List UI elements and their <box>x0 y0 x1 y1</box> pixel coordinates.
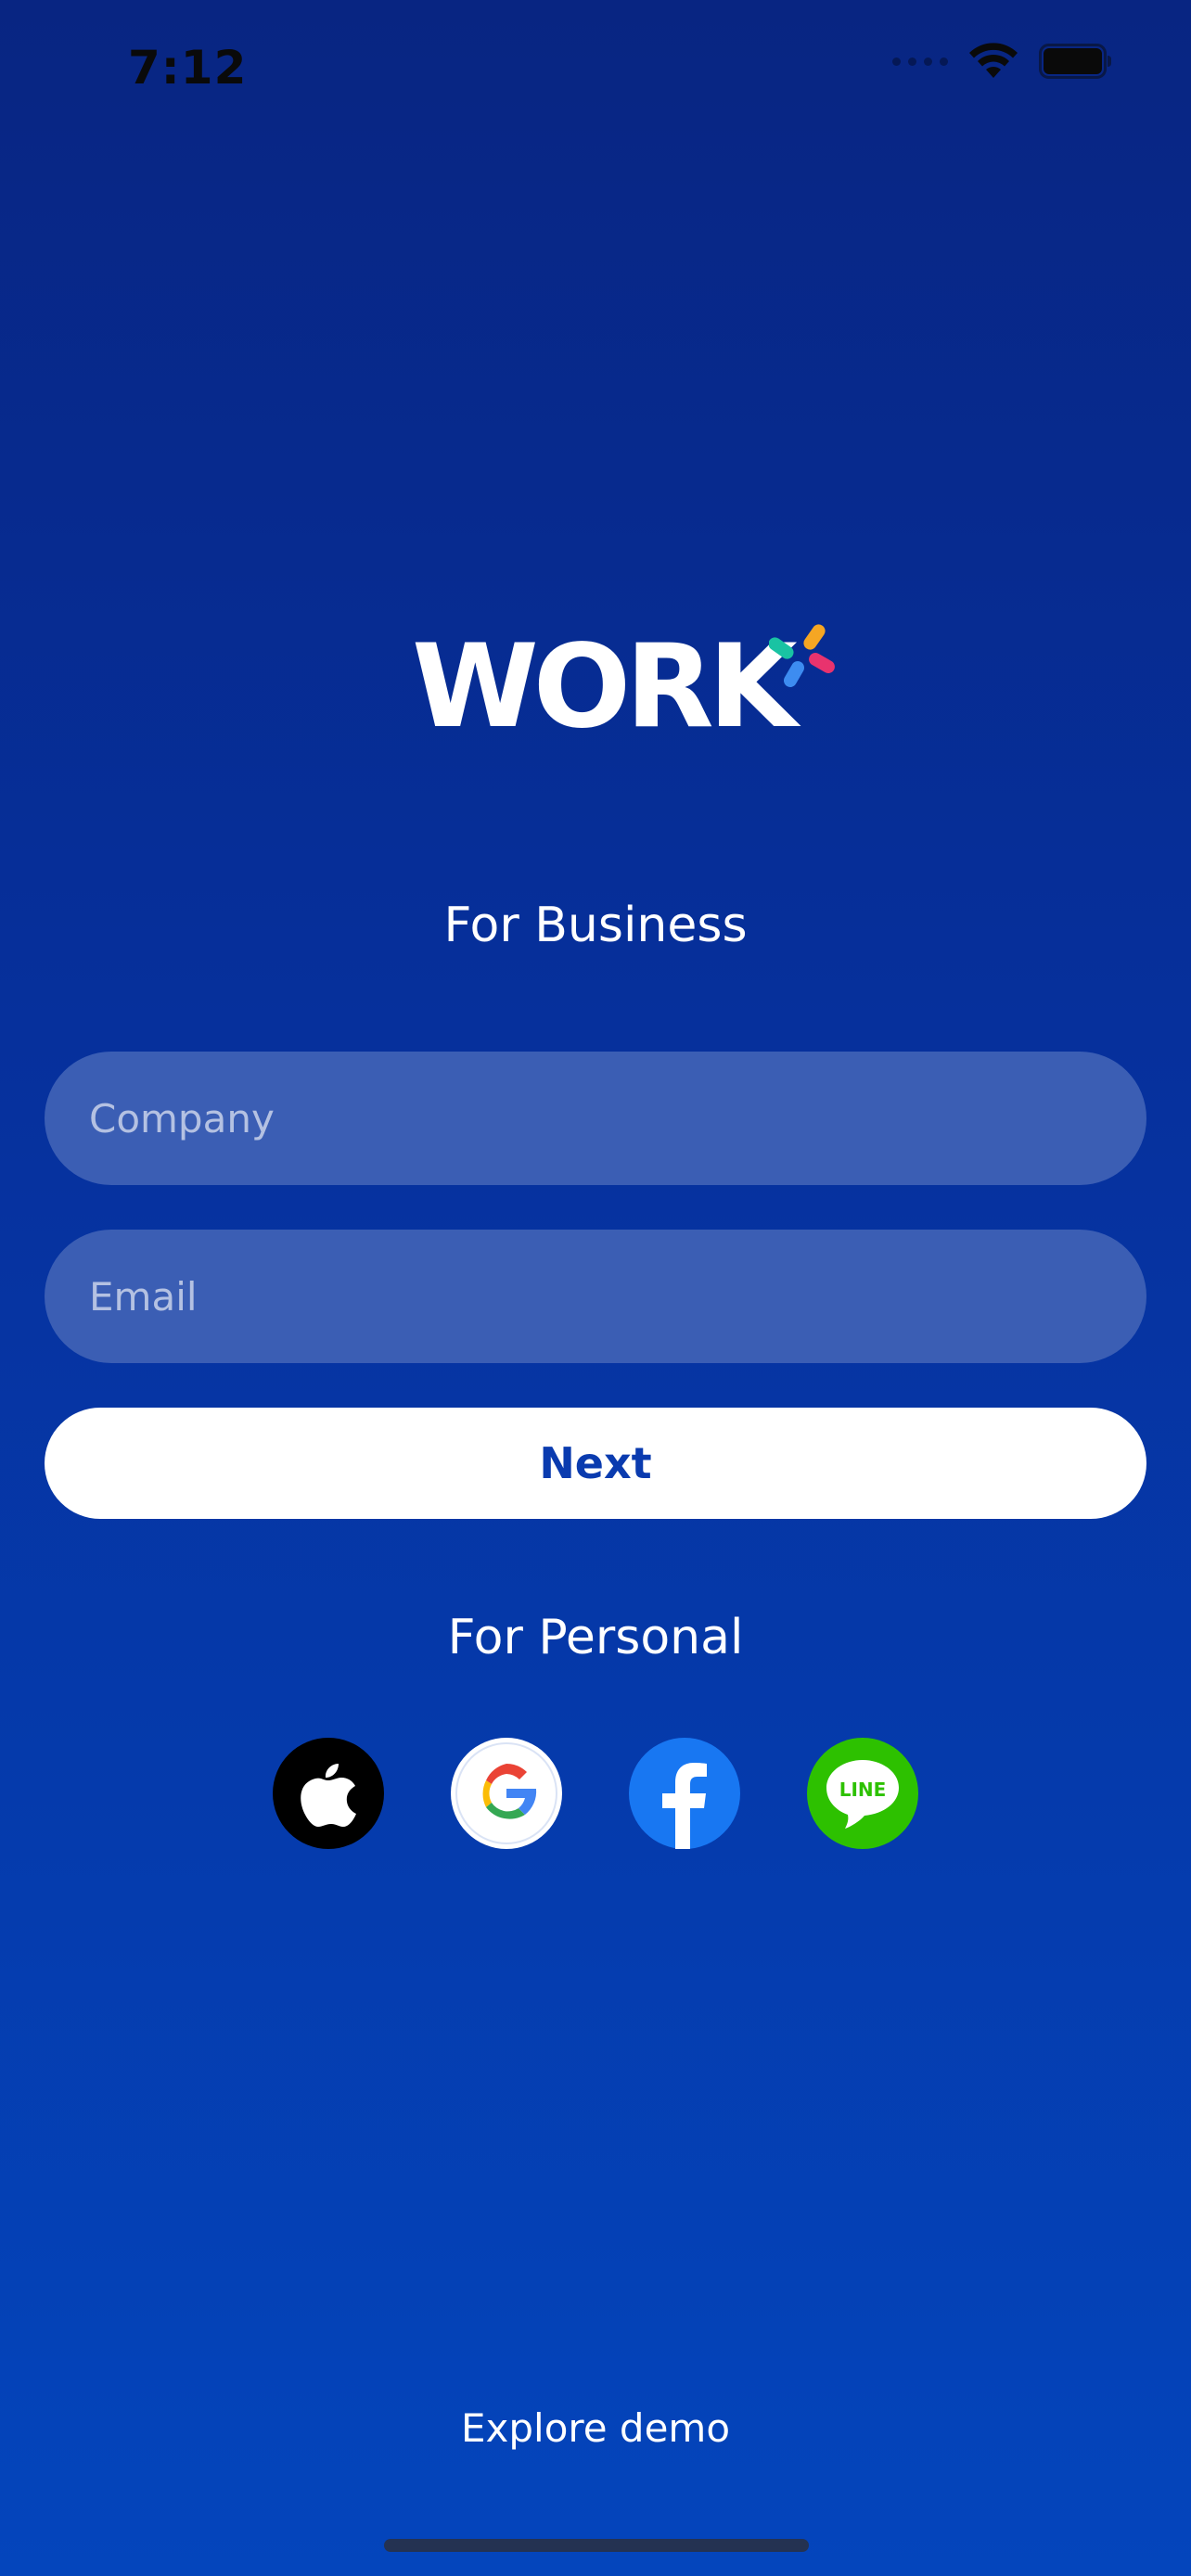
company-input[interactable] <box>45 1052 1146 1185</box>
line-login-button[interactable]: LINE <box>807 1738 918 1849</box>
line-icon: LINE <box>826 1760 899 1829</box>
personal-title: For Personal <box>447 1610 744 1665</box>
home-indicator[interactable] <box>384 2539 809 2552</box>
battery-icon <box>1039 44 1111 79</box>
wifi-icon <box>969 43 1018 78</box>
business-title: For Business <box>443 898 748 953</box>
work-logo: WORK <box>412 620 839 754</box>
google-login-button[interactable] <box>451 1738 562 1849</box>
social-login-row: LINE <box>0 1738 1191 1849</box>
logo-mark-icon <box>769 624 835 687</box>
status-time: 7:12 <box>128 41 248 95</box>
status-icons <box>892 43 1113 80</box>
logo-text: WORK <box>412 620 798 754</box>
google-icon <box>455 1742 557 1844</box>
facebook-icon <box>662 1763 707 1849</box>
facebook-login-button[interactable] <box>629 1738 740 1849</box>
apple-icon <box>301 1764 356 1827</box>
explore-demo-link[interactable]: Explore demo <box>0 2405 1191 2451</box>
email-input[interactable] <box>45 1230 1146 1363</box>
signal-icon <box>892 57 948 66</box>
svg-text:LINE: LINE <box>839 1779 887 1801</box>
next-button[interactable]: Next <box>45 1408 1146 1519</box>
apple-login-button[interactable] <box>273 1738 384 1849</box>
